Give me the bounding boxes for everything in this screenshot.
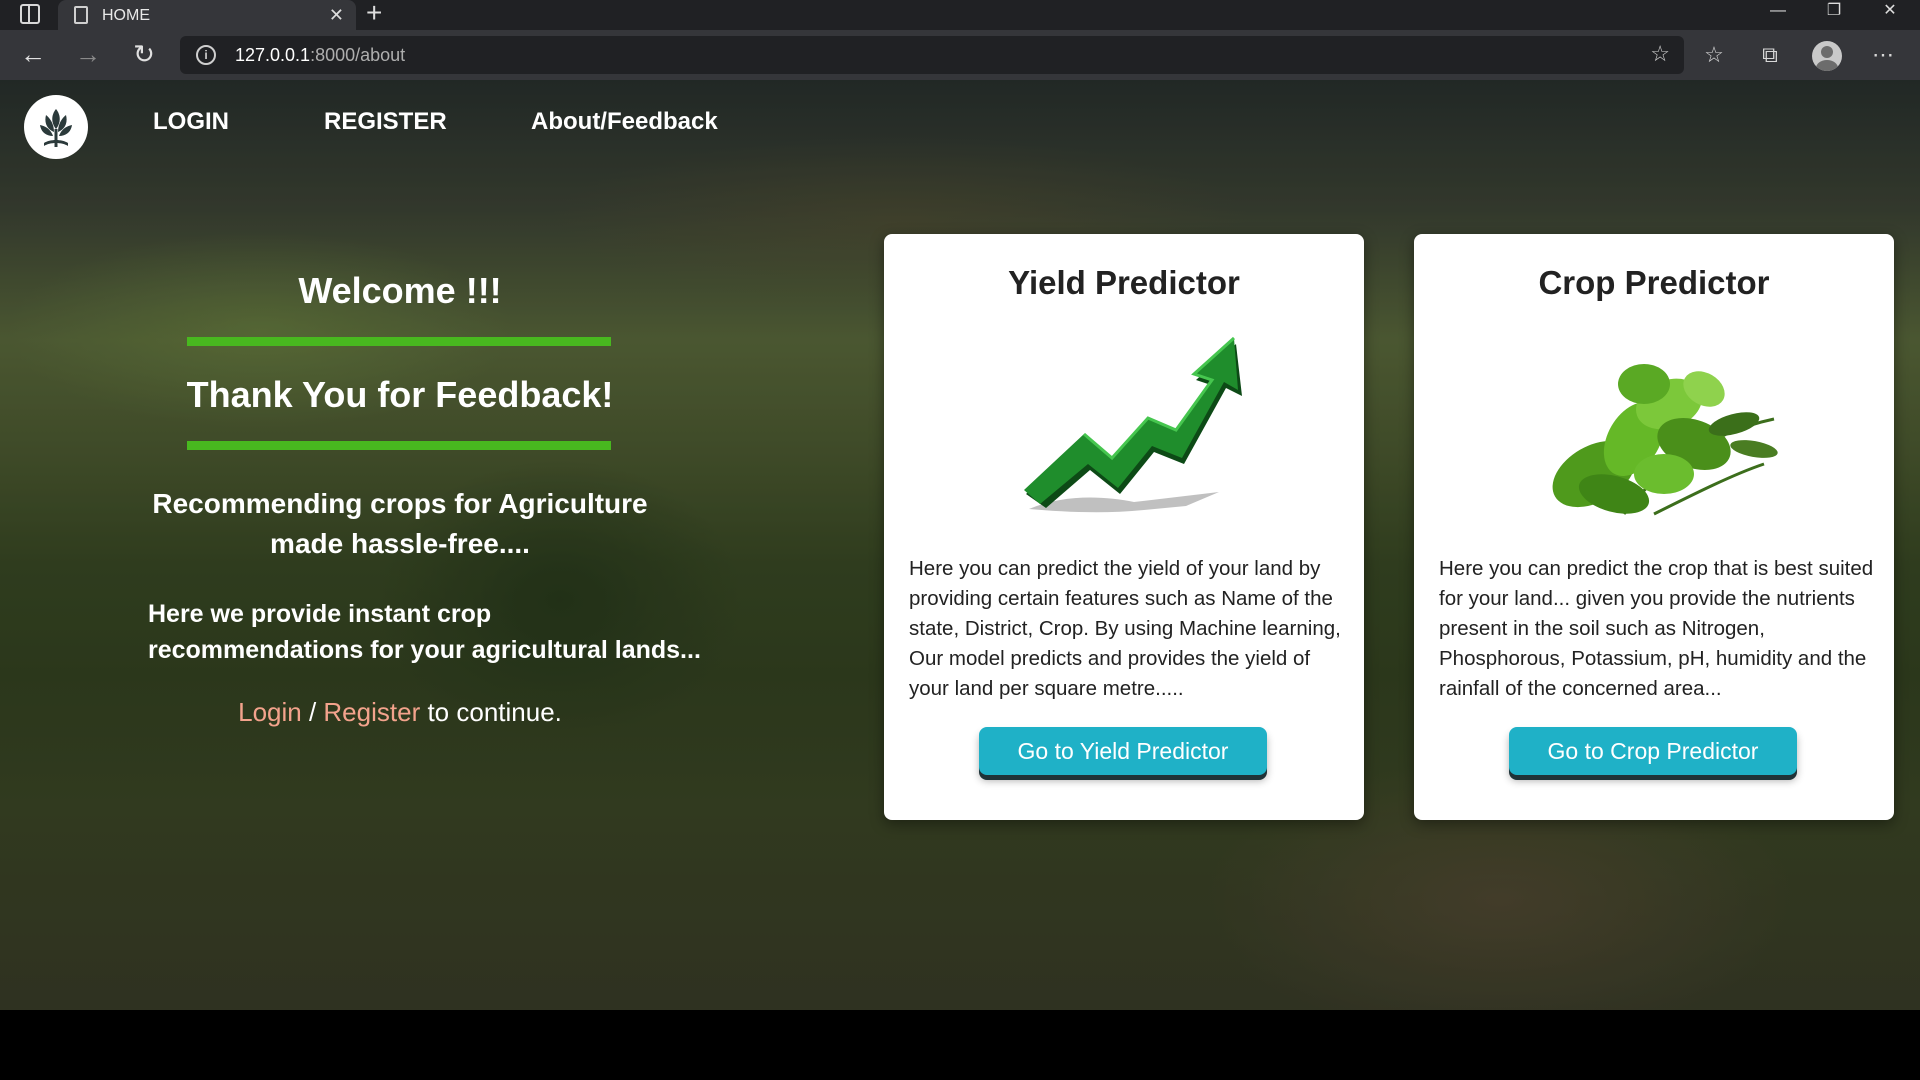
- minimize-button[interactable]: —: [1750, 0, 1806, 30]
- restore-button[interactable]: ❐: [1806, 0, 1862, 30]
- link-separator: /: [301, 697, 324, 727]
- wheat-logo-icon: [40, 109, 72, 147]
- feedback-thanks-heading: Thank You for Feedback!: [186, 374, 614, 415]
- continue-prompt: Login / Register to continue.: [140, 697, 660, 728]
- tab-actions-icon[interactable]: [20, 4, 40, 24]
- url-text[interactable]: 127.0.0.1:8000/about: [235, 45, 405, 66]
- forward-icon[interactable]: →: [71, 38, 105, 72]
- yield-card-title: Yield Predictor: [1008, 264, 1240, 301]
- yield-predictor-card: Yield Predictor Here you can predict the…: [884, 234, 1364, 820]
- intro-text: Here we provide instant crop recommendat…: [148, 600, 701, 664]
- collections-icon[interactable]: ⧉: [1754, 39, 1786, 71]
- back-icon[interactable]: ←: [16, 38, 50, 72]
- refresh-icon[interactable]: ↻: [127, 38, 161, 72]
- address-bar[interactable]: i 127.0.0.1:8000/about ☆: [180, 36, 1684, 74]
- info-icon[interactable]: i: [196, 45, 216, 65]
- go-to-crop-predictor-button[interactable]: Go to Crop Predictor: [1509, 727, 1797, 775]
- crop-card-description: Here you can predict the crop that is be…: [1439, 557, 1874, 700]
- thanks-divider: [187, 441, 611, 450]
- browser-toolbar: ← → ↻ i 127.0.0.1:8000/about ☆ ☆ ⧉ ⋯: [0, 30, 1920, 80]
- favorite-add-icon[interactable]: ☆: [1650, 41, 1670, 67]
- welcome-divider: [187, 337, 611, 346]
- go-to-yield-predictor-button[interactable]: Go to Yield Predictor: [979, 727, 1267, 775]
- welcome-heading: Welcome !!!: [298, 270, 502, 311]
- tab-title: HOME: [102, 7, 150, 24]
- tab-close-icon[interactable]: ✕: [329, 3, 344, 27]
- page-viewport: LOGIN REGISTER About/Feedback Welcome !!…: [0, 80, 1920, 1010]
- close-window-button[interactable]: ✕: [1862, 0, 1918, 30]
- profile-icon[interactable]: [1812, 41, 1842, 71]
- site-logo[interactable]: [24, 95, 88, 159]
- page-icon: [74, 6, 88, 24]
- new-tab-button[interactable]: +: [366, 0, 382, 27]
- nav-login-link[interactable]: LOGIN: [153, 108, 229, 136]
- more-icon[interactable]: ⋯: [1867, 39, 1899, 71]
- browser-titlebar: HOME ✕ + — ❐ ✕: [0, 0, 1920, 30]
- yield-card-description: Here you can predict the yield of your l…: [909, 557, 1341, 700]
- crop-card-title: Crop Predictor: [1538, 264, 1770, 301]
- growth-arrow-image: [1024, 336, 1242, 513]
- crop-predictor-card: Crop Predictor Here you can predict the …: [1414, 234, 1894, 820]
- nav-about-feedback-link[interactable]: About/Feedback: [531, 108, 718, 136]
- login-link[interactable]: Login: [238, 697, 302, 727]
- register-link[interactable]: Register: [323, 697, 420, 727]
- site-navbar: LOGIN REGISTER About/Feedback: [0, 80, 1920, 180]
- herbs-image: [1552, 364, 1778, 516]
- continue-text: to continue.: [420, 697, 562, 727]
- tagline-text: Recommending crops for Agriculture made …: [152, 488, 648, 559]
- nav-register-link[interactable]: REGISTER: [324, 108, 447, 136]
- favorites-icon[interactable]: ☆: [1698, 39, 1730, 71]
- browser-tab[interactable]: HOME ✕: [58, 0, 356, 30]
